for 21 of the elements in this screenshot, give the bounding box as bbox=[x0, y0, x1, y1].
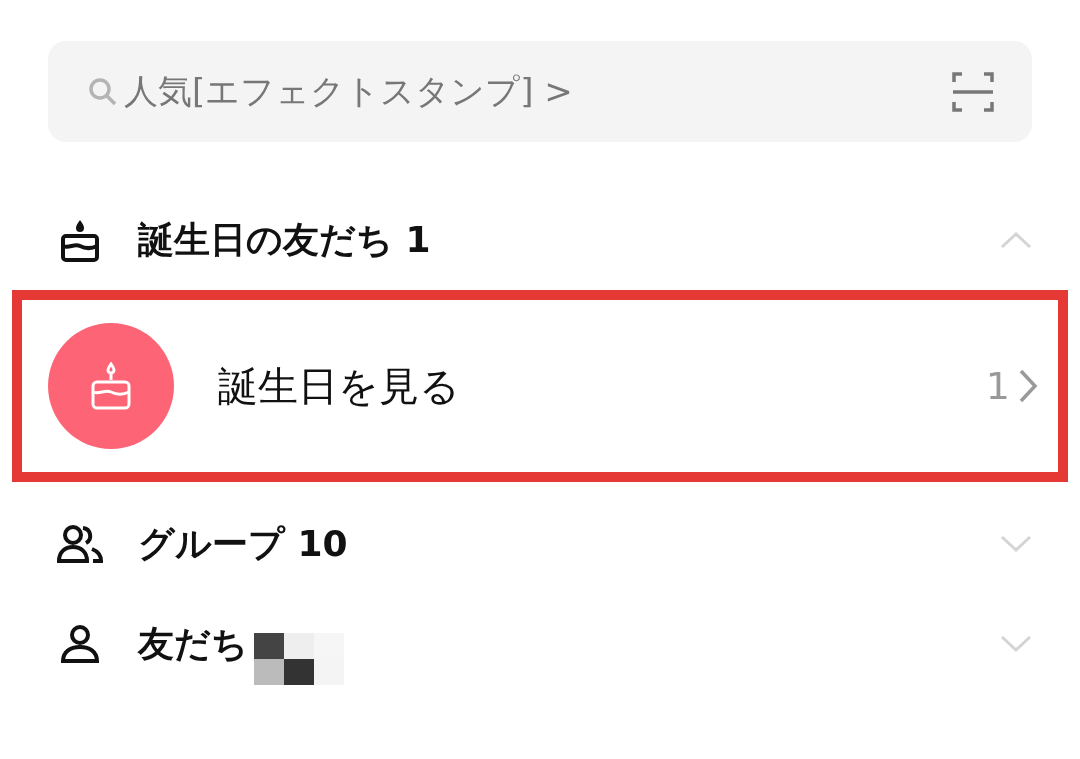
section-header[interactable]: 友だち bbox=[0, 594, 1080, 694]
scan-icon[interactable] bbox=[952, 71, 994, 112]
count: 1 bbox=[985, 362, 1010, 410]
row-label: 誕生日を見る bbox=[218, 362, 460, 411]
cake-icon bbox=[59, 218, 101, 262]
search-field[interactable]: 人気[エフェクトスタンプ] > bbox=[48, 41, 1032, 142]
section-title: グループ 10 bbox=[138, 522, 348, 566]
section-title: 誕生日の友だち 1 bbox=[138, 218, 431, 262]
search-placeholder: 人気[エフェクトスタンプ] > bbox=[124, 70, 573, 113]
section-header[interactable]: グループ 10 bbox=[0, 494, 1080, 594]
section-header[interactable]: 誕生日の友だち 1 bbox=[0, 190, 1080, 290]
birthday-row[interactable]: 誕生日を見る 1 bbox=[12, 290, 1068, 482]
section-title: 友だち bbox=[138, 622, 248, 666]
search-icon bbox=[88, 76, 118, 107]
people-icon bbox=[56, 524, 104, 564]
chevron-down-icon[interactable] bbox=[1000, 635, 1032, 653]
chevron-up-icon[interactable] bbox=[1000, 231, 1032, 249]
chevron-right-icon[interactable] bbox=[1018, 369, 1038, 403]
cake-icon bbox=[89, 362, 133, 410]
person-icon bbox=[59, 624, 101, 664]
chevron-down-icon[interactable] bbox=[1000, 535, 1032, 553]
